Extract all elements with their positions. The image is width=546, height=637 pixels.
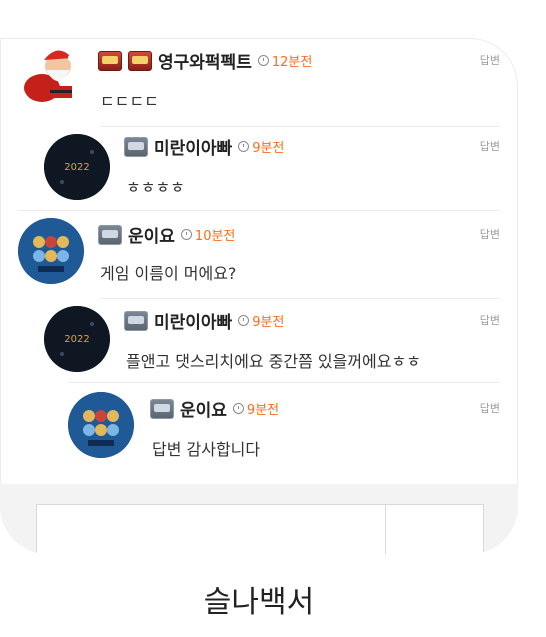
comment-time-text: 9분전 bbox=[252, 315, 285, 330]
reply-button[interactable]: 답변 bbox=[480, 312, 500, 328]
comment-item: 운이요 10분전 답변 게임 이름이 머에요? bbox=[0, 212, 518, 298]
comment-text: 게임 이름이 머에요? bbox=[100, 264, 237, 283]
comment-author[interactable]: 영구와퍽펙트 bbox=[158, 48, 252, 73]
input-divider bbox=[385, 505, 386, 554]
comment-item: 영구와퍽펙트 12분전 답변 ㄷㄷㄷㄷ bbox=[0, 38, 518, 126]
comment-time-text: 12분전 bbox=[271, 55, 313, 70]
comment-thread-card: 영구와퍽펙트 12분전 답변 ㄷㄷㄷㄷ 2022 미란이아빠 9분전 답변 ㅎㅎ… bbox=[0, 38, 518, 554]
comment-author[interactable]: 운이요 bbox=[128, 222, 175, 247]
avatar-slot[interactable] bbox=[18, 218, 84, 284]
comment-text: 플앤고 댓스리치에요 중간쯤 있을꺼에요ㅎㅎ bbox=[126, 352, 421, 371]
avatar-santa[interactable] bbox=[20, 42, 86, 108]
comment-time: 10분전 bbox=[180, 225, 236, 244]
comment-item: 2022 미란이아빠 9분전 답변 ㅎㅎㅎㅎ bbox=[0, 126, 518, 212]
clock-icon bbox=[232, 403, 244, 414]
comment-item: 2022 미란이아빠 9분전 답변 플앤고 댓스리치에요 중간쯤 있을꺼에요ㅎㅎ bbox=[0, 298, 518, 384]
clock-icon bbox=[238, 141, 250, 152]
comment-time: 9분전 bbox=[238, 311, 284, 330]
comment-item: 운이요 9분전 답변 답변 감사합니다 bbox=[0, 384, 518, 474]
comment-time: 9분전 bbox=[232, 399, 280, 418]
comment-author[interactable]: 미란이아빠 bbox=[154, 308, 232, 333]
avatar-night[interactable]: 2022 bbox=[44, 306, 110, 372]
comment-author[interactable]: 운이요 bbox=[180, 396, 227, 421]
reply-button[interactable]: 답변 bbox=[480, 52, 500, 68]
reply-button[interactable]: 답변 bbox=[480, 138, 500, 154]
level-badge-icon bbox=[150, 398, 174, 419]
clock-icon bbox=[180, 229, 192, 240]
comment-time-text: 9분전 bbox=[252, 141, 285, 156]
level-badge-icon bbox=[124, 136, 148, 157]
avatar-slot[interactable] bbox=[68, 392, 134, 458]
comment-time: 12분전 bbox=[257, 51, 313, 70]
reply-button[interactable]: 답변 bbox=[480, 400, 500, 416]
comment-time-text: 9분전 bbox=[246, 403, 280, 418]
comment-time-text: 10분전 bbox=[194, 229, 236, 244]
comment-text: ㄷㄷㄷㄷ bbox=[100, 92, 159, 111]
rank-badge-icon bbox=[128, 50, 152, 71]
svg-text:2022: 2022 bbox=[64, 162, 89, 173]
level-badge-icon bbox=[124, 310, 148, 331]
clock-icon bbox=[257, 55, 269, 66]
level-badge-icon bbox=[98, 50, 122, 71]
reply-button[interactable]: 답변 bbox=[480, 226, 500, 242]
level-badge-icon bbox=[98, 224, 122, 245]
avatar-night[interactable]: 2022 bbox=[44, 134, 110, 200]
comment-input[interactable] bbox=[36, 504, 484, 554]
divider bbox=[68, 382, 500, 383]
divider bbox=[18, 210, 500, 211]
clock-icon bbox=[238, 315, 250, 326]
comment-text: ㅎㅎㅎㅎ bbox=[126, 178, 185, 197]
comment-time: 9분전 bbox=[238, 137, 284, 156]
comment-text: 답변 감사합니다 bbox=[152, 440, 261, 459]
svg-text:2022: 2022 bbox=[64, 334, 89, 345]
caption-label: 슬나백서 bbox=[203, 585, 315, 620]
comment-author[interactable]: 미란이아빠 bbox=[154, 134, 232, 159]
